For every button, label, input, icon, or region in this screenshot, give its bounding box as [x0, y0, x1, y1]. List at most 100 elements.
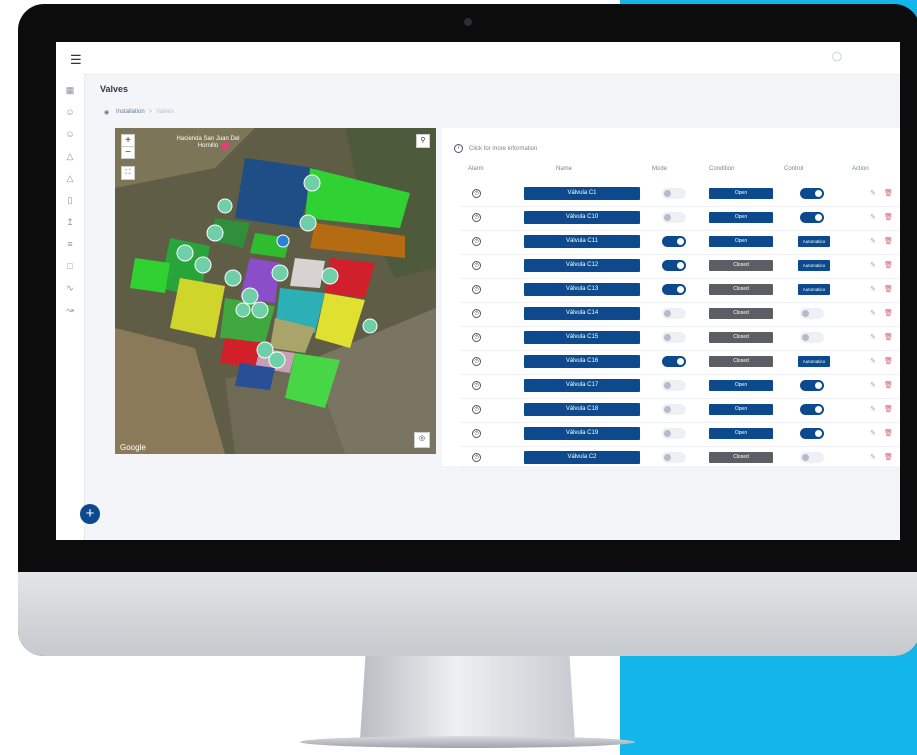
mode-toggle[interactable] [662, 428, 686, 439]
upload-icon[interactable]: ↥ [64, 216, 76, 228]
clock-icon[interactable]: ◷ [472, 405, 481, 414]
document-icon[interactable]: ▯ [64, 194, 76, 206]
control-automatic-badge[interactable]: Automatico [798, 260, 830, 271]
control-toggle[interactable] [800, 308, 824, 319]
edit-icon[interactable]: ✎ [870, 285, 876, 293]
edit-icon[interactable]: ✎ [870, 381, 876, 389]
hamburger-icon[interactable]: ☰ [70, 52, 82, 68]
mode-toggle[interactable] [662, 332, 686, 343]
edit-icon[interactable]: ✎ [870, 429, 876, 437]
valve-name[interactable]: Válvula C1 [524, 187, 640, 200]
valves-panel: i Click for more information Alarm Name M… [442, 128, 900, 471]
edit-icon[interactable]: ✎ [870, 237, 876, 245]
satellite-map[interactable]: Hacienda San Juan Del Hornillo + − ⛶ ⚲ ◎… [115, 128, 436, 454]
valve-name[interactable]: Válvula C11 [524, 235, 640, 248]
control-toggle[interactable] [800, 404, 824, 415]
mode-toggle[interactable] [662, 188, 686, 199]
mode-toggle[interactable] [662, 236, 686, 247]
control-automatic-badge[interactable]: Automatico [798, 356, 830, 367]
valve-name[interactable]: Válvula C10 [524, 211, 640, 224]
camera-icon [464, 18, 472, 26]
trash-icon[interactable]: 🗑 [884, 381, 893, 389]
valve-name[interactable]: Válvula C15 [524, 331, 640, 344]
valve-name[interactable]: Válvula C17 [524, 379, 640, 392]
activity-icon[interactable]: ∿ [64, 282, 76, 294]
control-automatic-badge[interactable]: Automatico [798, 236, 830, 247]
valve-name[interactable]: Válvula C16 [524, 355, 640, 368]
control-automatic-badge[interactable]: Automatico [798, 284, 830, 295]
trash-icon[interactable]: 🗑 [884, 309, 893, 317]
clock-icon[interactable]: ◷ [472, 333, 481, 342]
edit-icon[interactable]: ✎ [870, 333, 876, 341]
trash-icon[interactable]: 🗑 [884, 429, 893, 437]
mode-toggle[interactable] [662, 260, 686, 271]
fullscreen-icon[interactable]: ⛶ [121, 166, 135, 180]
mode-toggle[interactable] [662, 212, 686, 223]
clock-icon[interactable]: ◷ [472, 189, 481, 198]
add-button[interactable]: + [80, 504, 100, 524]
trash-icon[interactable]: 🗑 [884, 213, 893, 221]
trash-icon[interactable]: 🗑 [884, 285, 893, 293]
table-row: ◷ Válvula C19 Open ✎ 🗑 [460, 422, 900, 447]
trash-icon[interactable]: 🗑 [884, 357, 893, 365]
trash-icon[interactable]: 🗑 [884, 261, 893, 269]
lock-icon[interactable]: □ [64, 260, 76, 272]
trash-icon[interactable]: 🗑 [884, 453, 893, 461]
clock-icon[interactable]: ◷ [472, 309, 481, 318]
edit-icon[interactable]: ✎ [870, 261, 876, 269]
search-icon[interactable]: ⚲ [416, 134, 430, 148]
table-row: ◷ Válvula C11 Open Automatico ✎ 🗑 [460, 230, 900, 255]
clock-icon[interactable]: ◷ [472, 237, 481, 246]
clock-icon[interactable]: ◷ [472, 429, 481, 438]
clock-icon[interactable]: ◷ [472, 213, 481, 222]
control-toggle[interactable] [800, 380, 824, 391]
mode-toggle[interactable] [662, 308, 686, 319]
valve-name[interactable]: Válvula C12 [524, 259, 640, 272]
trash-icon[interactable]: 🗑 [884, 333, 893, 341]
user-icon[interactable]: ◯ [832, 51, 842, 62]
control-toggle[interactable] [800, 452, 824, 463]
valve-marker [271, 264, 289, 282]
trash-icon[interactable]: 🗑 [884, 237, 893, 245]
valve-name[interactable]: Válvula C13 [524, 283, 640, 296]
control-toggle[interactable] [800, 188, 824, 199]
control-toggle[interactable] [800, 428, 824, 439]
valve-name[interactable]: Válvula C19 [524, 427, 640, 440]
table-row: ◷ Válvula C13 Closed Automatico ✎ 🗑 [460, 278, 900, 303]
mode-toggle[interactable] [662, 356, 686, 367]
breadcrumb-installation[interactable]: Installation [116, 109, 145, 115]
warning-icon[interactable]: △ [64, 172, 76, 184]
zoom-out-button[interactable]: − [121, 146, 135, 159]
edit-icon[interactable]: ✎ [870, 405, 876, 413]
clock-icon[interactable]: ◷ [472, 381, 481, 390]
edit-icon[interactable]: ✎ [870, 213, 876, 221]
users-icon[interactable]: ☺ [64, 106, 76, 118]
locate-icon[interactable]: ◎ [414, 432, 430, 448]
list-icon[interactable]: ≡ [64, 238, 76, 250]
trash-icon[interactable]: 🗑 [884, 405, 893, 413]
control-toggle[interactable] [800, 212, 824, 223]
mode-toggle[interactable] [662, 452, 686, 463]
mode-toggle[interactable] [662, 404, 686, 415]
chart-icon[interactable]: ↝ [64, 304, 76, 316]
mode-toggle[interactable] [662, 380, 686, 391]
clock-icon[interactable]: ◷ [472, 453, 481, 462]
clock-icon[interactable]: ◷ [472, 285, 481, 294]
control-toggle[interactable] [800, 332, 824, 343]
clock-icon[interactable]: ◷ [472, 357, 481, 366]
edit-icon[interactable]: ✎ [870, 309, 876, 317]
mode-toggle[interactable] [662, 284, 686, 295]
valve-name[interactable]: Válvula C14 [524, 307, 640, 320]
alert-icon[interactable]: △ [64, 150, 76, 162]
valve-name[interactable]: Válvula C18 [524, 403, 640, 416]
clock-icon[interactable]: ◷ [472, 261, 481, 270]
info-row[interactable]: i Click for more information [454, 144, 537, 153]
edit-icon[interactable]: ✎ [870, 189, 876, 197]
edit-icon[interactable]: ✎ [870, 357, 876, 365]
valve-name[interactable]: Válvula C2 [524, 451, 640, 464]
groups-icon[interactable]: ☺ [64, 128, 76, 140]
edit-icon[interactable]: ✎ [870, 453, 876, 461]
dashboard-icon[interactable]: ▦ [64, 84, 76, 96]
trash-icon[interactable]: 🗑 [884, 189, 893, 197]
sidebar: ▦ ☺ ☺ △ △ ▯ ↥ ≡ □ ∿ ↝ [56, 74, 85, 540]
